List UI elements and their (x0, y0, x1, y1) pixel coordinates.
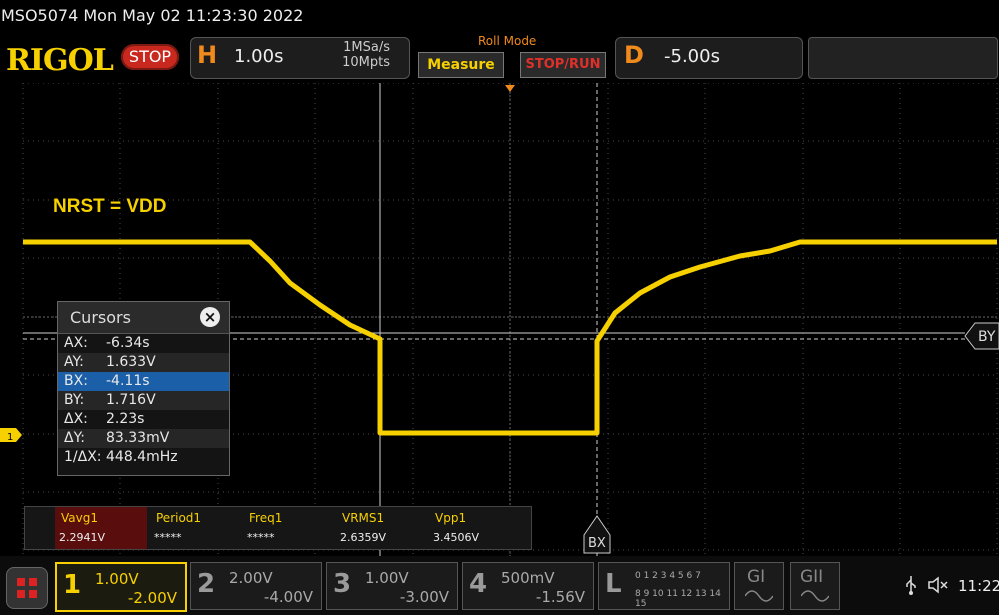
channel-1-button[interactable]: 1 1.00V -2.00V (55, 562, 187, 612)
measurement-name: VRMS1 (342, 511, 385, 525)
logic-letter: L (605, 569, 622, 599)
measurement-value: 2.2941V (59, 531, 106, 544)
cursor-key: ΔX: (64, 411, 88, 427)
generator-1-button[interactable]: GI (734, 562, 784, 610)
timebase-value: 1.00s (234, 46, 284, 67)
measurement-name: Vavg1 (61, 511, 98, 525)
cursor-key: BX: (64, 373, 88, 389)
cursor-row-ax: AX: -6.34s (58, 334, 229, 353)
roll-mode-label: Roll Mode (478, 34, 537, 48)
cursor-value: -6.34s (106, 335, 150, 351)
logic-analyzer-button[interactable]: L 0 1 2 3 4 5 6 7 8 9 10 11 12 13 14 15 (598, 562, 730, 610)
measure-button[interactable]: Measure (418, 52, 504, 78)
channel-number: 4 (469, 569, 488, 599)
channel-4-button[interactable]: 4 500mV -1.56V (462, 562, 594, 610)
memory-depth: 10Mpts (342, 55, 390, 70)
channel-number: 2 (197, 569, 216, 599)
channel-offset: -4.00V (263, 588, 313, 606)
delay-letter: D (624, 41, 644, 69)
channel-number: 1 (63, 570, 82, 600)
measurement-value: 2.6359V (340, 531, 387, 544)
channel-number: 3 (333, 569, 352, 599)
cursor-row-ay: AY: 1.633V (58, 353, 229, 372)
stop-run-button[interactable]: STOP/RUN (520, 52, 606, 78)
channel-scale: 1.00V (95, 570, 139, 588)
speaker-muted-icon[interactable] (927, 575, 949, 595)
sample-rate: 1MSa/s (343, 40, 390, 55)
cursors-title: Cursors (70, 308, 131, 327)
trigger-position-marker (505, 85, 515, 92)
measurement-bar[interactable]: Vavg1 2.2941V Period1 ***** Freq1 ***** … (24, 506, 532, 550)
cursors-panel[interactable]: Cursors × AX: -6.34s AY: 1.633V BX: -4.11s … (57, 301, 230, 476)
acquisition-info: 1MSa/s 10Mpts (300, 40, 390, 70)
generator-1-label: GI (747, 567, 766, 587)
measurement-name: Period1 (156, 511, 202, 525)
cursor-row-bx[interactable]: BX: -4.11s (58, 372, 229, 391)
run-state-badge[interactable]: STOP (121, 44, 179, 70)
measurement-freq[interactable]: Freq1 ***** (243, 507, 335, 549)
cursor-key: 1/ΔX: (64, 449, 102, 465)
measurement-period[interactable]: Period1 ***** (150, 507, 242, 549)
channel-2-button[interactable]: 2 2.00V -4.00V (190, 562, 322, 610)
clock-time: 11:22 (958, 577, 999, 595)
cursor-key: AX: (64, 335, 88, 351)
usb-icon (906, 576, 916, 595)
cursor-key: ΔY: (64, 430, 85, 446)
measurement-value: ***** (247, 531, 275, 544)
cursor-key: AY: (64, 354, 84, 370)
cursor-row-dx: ΔX: 2.23s (58, 410, 229, 429)
delay-value: -5.00s (664, 46, 720, 67)
cursor-value: 2.23s (106, 411, 145, 427)
cursor-value: 1.633V (106, 354, 156, 370)
cursor-value: 1.716V (106, 392, 156, 408)
generator-2-label: GII (800, 567, 824, 587)
cursor-value: -4.11s (106, 373, 150, 389)
cursor-value: 83.33mV (106, 430, 170, 446)
logic-channels-row1: 0 1 2 3 4 5 6 7 (635, 571, 701, 581)
cursor-row-dy: ΔY: 83.33mV (58, 429, 229, 448)
logic-channels-row2: 8 9 10 11 12 13 14 15 (635, 589, 721, 609)
channel-scale: 1.00V (365, 569, 409, 587)
device-title: MSO5074 Mon May 02 11:23:30 2022 (1, 6, 304, 25)
annotation-text: NRST = VDD (53, 196, 167, 217)
channel-offset: -2.00V (127, 589, 177, 607)
measurement-vrms[interactable]: VRMS1 2.6359V (336, 507, 428, 549)
close-icon[interactable]: × (200, 307, 220, 327)
cursor-row-by: BY: 1.716V (58, 391, 229, 410)
measurement-vpp[interactable]: Vpp1 3.4506V (429, 507, 521, 549)
channel-offset: -1.56V (535, 588, 585, 606)
channel-scale: 500mV (501, 569, 555, 587)
ch1-offset-label: 1 (7, 432, 13, 443)
cursor-key: BY: (64, 392, 85, 408)
generator-2-button[interactable]: GII (790, 562, 840, 610)
menu-button[interactable] (6, 567, 48, 609)
by-cursor-label: BY (978, 329, 996, 345)
channel-scale: 2.00V (229, 569, 273, 587)
measurement-value: 3.4506V (433, 531, 480, 544)
horizontal-letter: H (197, 41, 218, 69)
rigol-logo: RIGOL (6, 43, 114, 78)
measurement-name: Freq1 (249, 511, 283, 525)
measurement-value: ***** (154, 531, 182, 544)
measurement-vavg[interactable]: Vavg1 2.2941V (55, 507, 147, 549)
measurement-name: Vpp1 (435, 511, 467, 525)
cursor-row-inv-dx: 1/ΔX: 448.4mHz (58, 448, 229, 467)
channel-3-button[interactable]: 3 1.00V -3.00V (326, 562, 458, 610)
trigger-status-panel[interactable] (808, 37, 998, 79)
channel-offset: -3.00V (399, 588, 449, 606)
bx-cursor-label: BX (588, 536, 606, 551)
cursors-header: Cursors × (58, 302, 229, 334)
sine-wave-icon (745, 590, 773, 602)
cursor-value: 448.4mHz (106, 449, 178, 465)
grid-menu-icon (17, 578, 37, 598)
sine-wave-icon (801, 590, 829, 602)
